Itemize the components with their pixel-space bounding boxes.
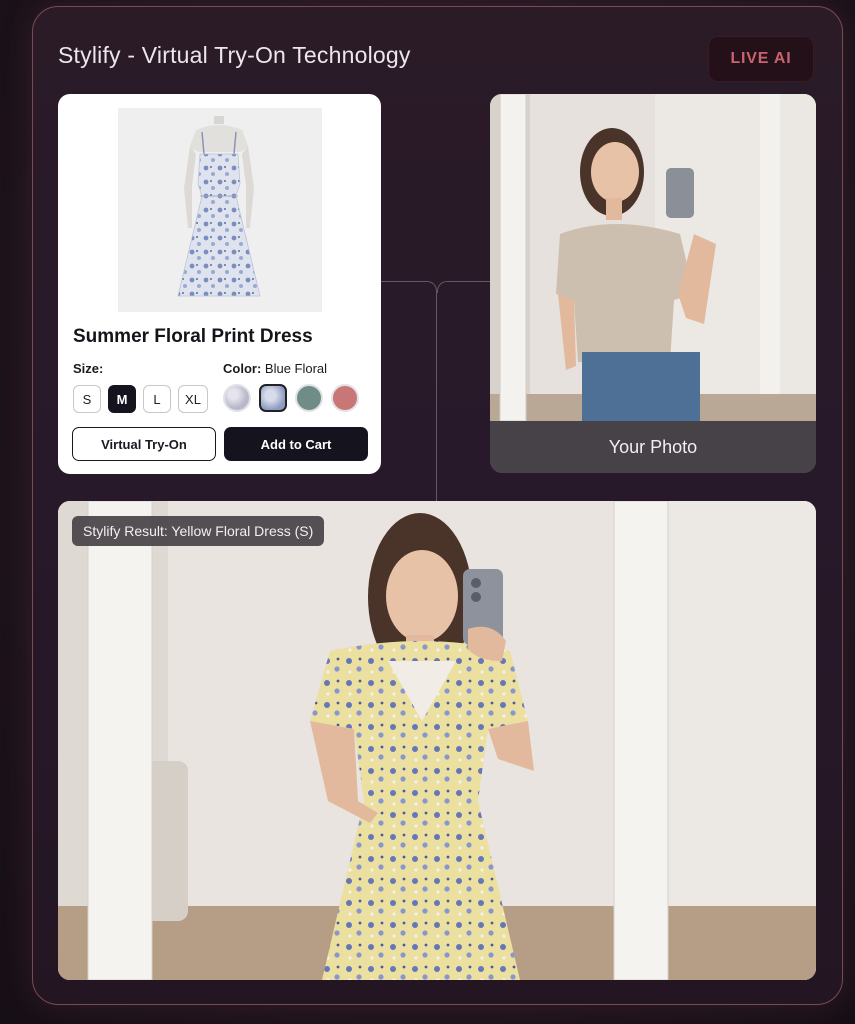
result-label-tag: Stylify Result: Yellow Floral Dress (S) (72, 516, 325, 546)
size-option-m[interactable]: M (108, 385, 136, 413)
live-ai-badge: LIVE AI (708, 36, 814, 82)
size-option-l[interactable]: L (143, 385, 171, 413)
color-label: Color: Blue Floral (223, 361, 327, 376)
connector-line-right (437, 281, 490, 293)
product-name: Summer Floral Print Dress (73, 326, 313, 347)
connector-line-down (436, 292, 437, 502)
swatch-blue-floral[interactable] (259, 384, 287, 412)
swatch-lavender-floral[interactable] (223, 384, 251, 412)
color-label-key: Color: (223, 361, 262, 376)
product-actions: Virtual Try-On Add to Cart (72, 427, 368, 461)
user-photo-image[interactable] (490, 94, 816, 421)
size-option-s[interactable]: S (73, 385, 101, 413)
size-option-xl[interactable]: XL (178, 385, 208, 413)
swatch-dusty-rose[interactable] (331, 384, 359, 412)
color-swatch-selector (223, 384, 359, 412)
product-card: Summer Floral Print Dress Size: Color: B… (58, 94, 381, 474)
try-on-result-image[interactable] (58, 501, 816, 980)
size-label: Size: (73, 361, 104, 376)
try-on-result-card: Stylify Result: Yellow Floral Dress (S) (58, 501, 816, 980)
swatch-sage-green[interactable] (295, 384, 323, 412)
connector-line-left (381, 281, 437, 293)
add-to-cart-button[interactable]: Add to Cart (224, 427, 368, 461)
virtual-try-on-button[interactable]: Virtual Try-On (72, 427, 216, 461)
product-dress-image[interactable] (118, 108, 322, 312)
size-selector: S M L XL (73, 385, 208, 413)
color-value: Blue Floral (264, 361, 328, 376)
page-title: Stylify - Virtual Try-On Technology (58, 42, 411, 68)
user-photo-caption: Your Photo (490, 421, 816, 473)
user-photo-card: Your Photo (490, 94, 816, 473)
